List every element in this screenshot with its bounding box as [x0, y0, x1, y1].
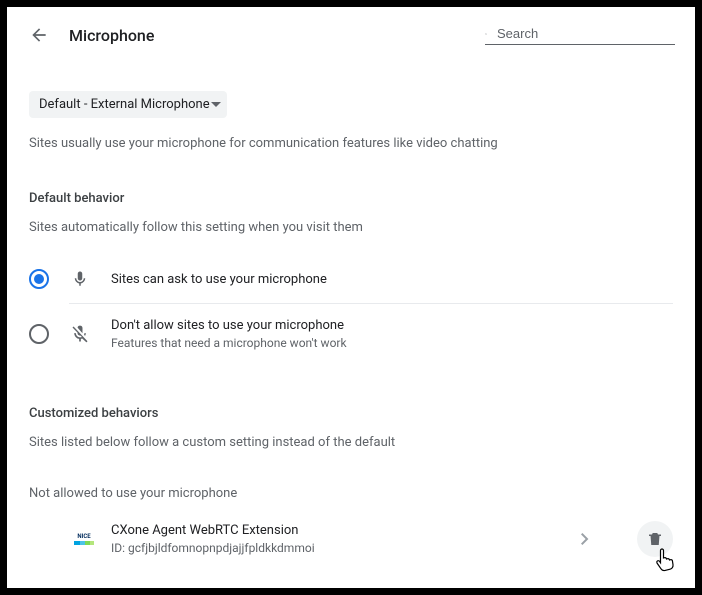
search-icon — [485, 26, 487, 42]
radio-block[interactable] — [29, 324, 49, 344]
microphone-device-dropdown[interactable]: Default - External Microphone — [29, 91, 227, 118]
option-allow-label: Sites can ask to use your microphone — [111, 272, 327, 287]
microphone-icon — [69, 270, 91, 288]
page-description: Sites usually use your microphone for co… — [29, 136, 673, 151]
arrow-left-icon — [29, 25, 49, 45]
customized-sub: Sites listed below follow a custom setti… — [29, 435, 673, 450]
search-field[interactable] — [485, 25, 675, 45]
page-title: Microphone — [69, 26, 154, 45]
option-allow-row[interactable]: Sites can ask to use your microphone — [29, 257, 673, 301]
radio-allow[interactable] — [29, 269, 49, 289]
not-allowed-heading: Not allowed to use your microphone — [29, 486, 673, 501]
divider — [69, 303, 673, 304]
default-behavior-sub: Sites automatically follow this setting … — [29, 220, 673, 235]
back-button[interactable] — [27, 23, 51, 47]
extension-name: CXone Agent WebRTC Extension — [111, 523, 315, 538]
chevron-right-icon — [581, 533, 589, 545]
option-block-sub: Features that need a microphone won't wo… — [111, 336, 347, 350]
option-block-row[interactable]: Don't allow sites to use your microphone… — [29, 306, 673, 362]
default-behavior-heading: Default behavior — [29, 191, 673, 206]
device-selected-label: Default - External Microphone — [39, 97, 210, 112]
chevron-down-icon — [211, 102, 221, 107]
delete-site-button[interactable] — [637, 521, 673, 557]
blocked-site-row[interactable]: NICE CXone Agent WebRTC Extension ID: gc… — [29, 521, 673, 557]
extension-logo: NICE — [73, 528, 95, 550]
option-block-label: Don't allow sites to use your microphone — [111, 318, 347, 333]
trash-icon — [646, 530, 664, 548]
microphone-off-icon — [69, 324, 91, 344]
site-details-button[interactable] — [577, 529, 593, 549]
extension-id: ID: gcfjbjldfomnopnpdjajjfpldkkdmmoi — [111, 541, 315, 555]
search-input[interactable] — [495, 25, 675, 42]
customized-heading: Customized behaviors — [29, 406, 673, 421]
